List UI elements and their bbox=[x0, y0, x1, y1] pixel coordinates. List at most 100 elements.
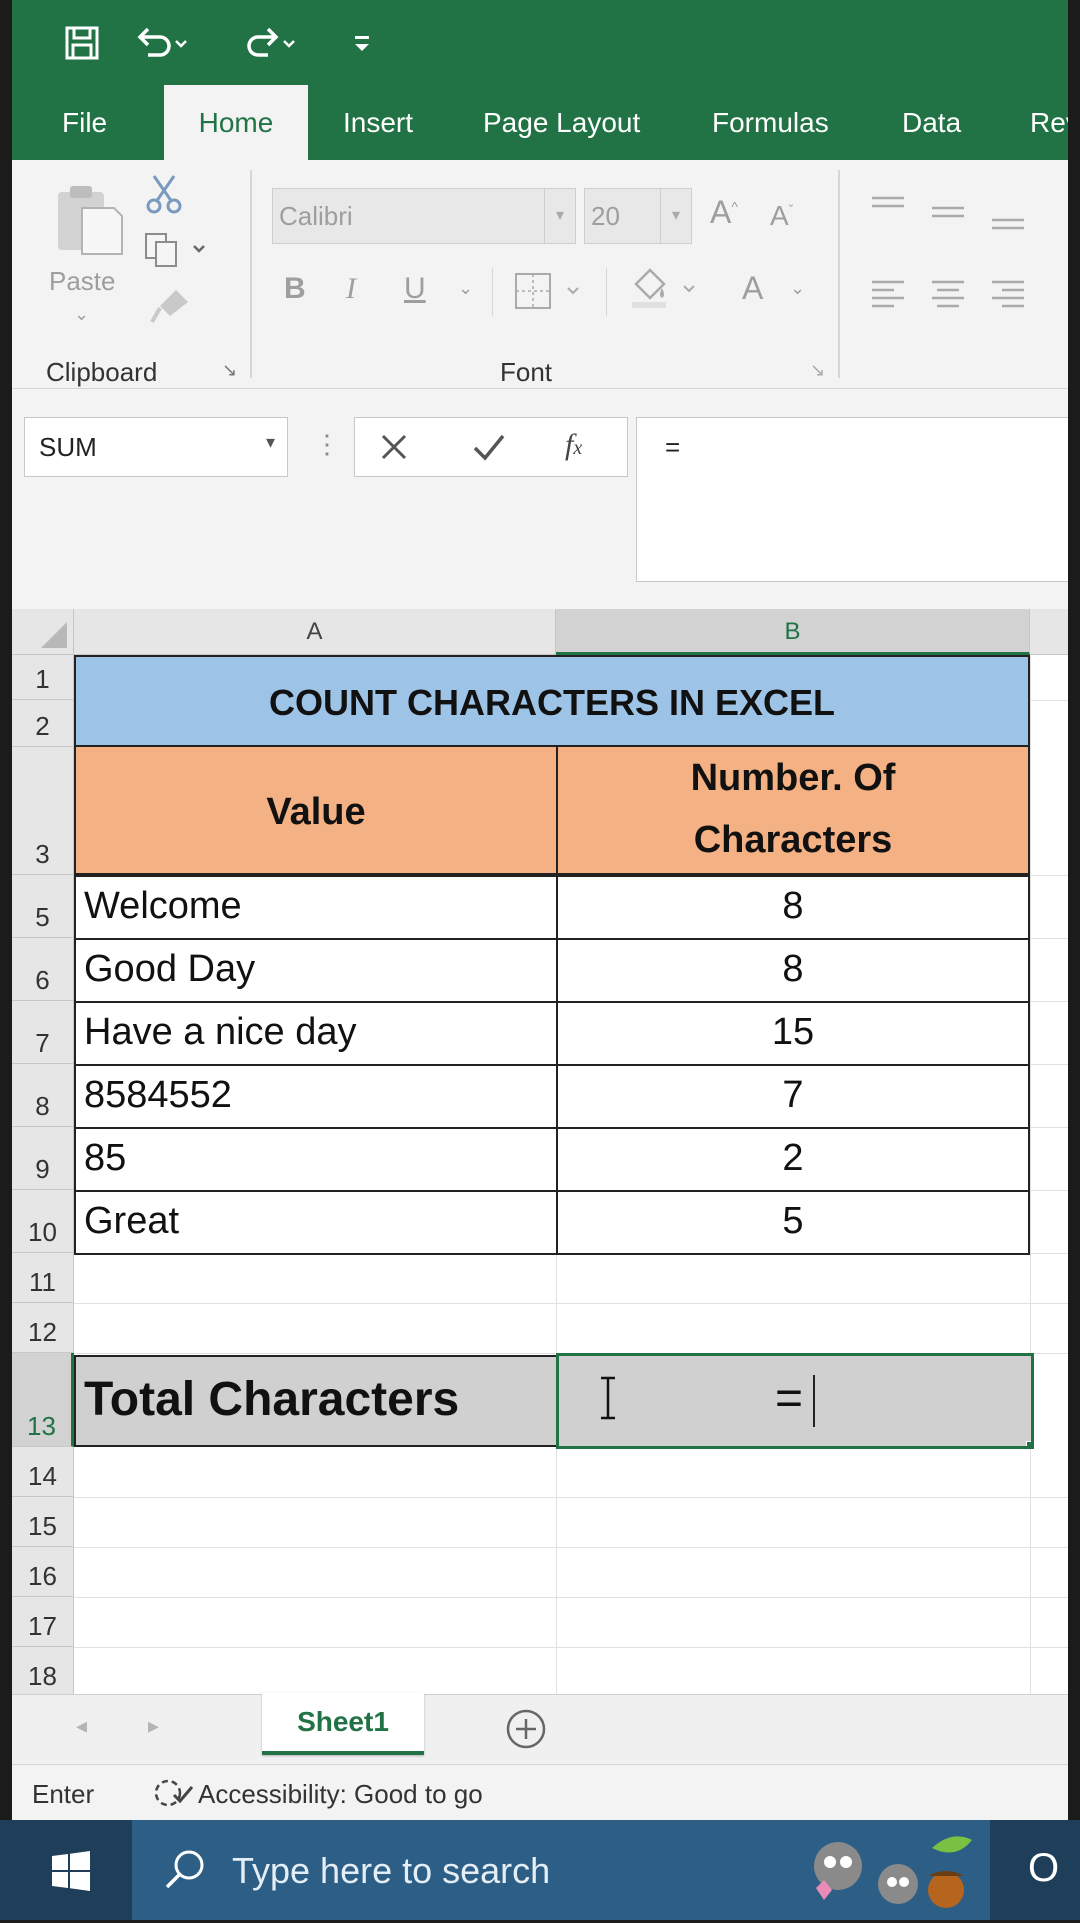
count-cell[interactable]: 5 bbox=[556, 1190, 1030, 1255]
count-cell[interactable]: 2 bbox=[556, 1127, 1030, 1192]
formula-text: = bbox=[665, 432, 681, 462]
tab-file[interactable]: File bbox=[62, 85, 107, 160]
select-all-corner[interactable] bbox=[12, 609, 74, 655]
row-header[interactable]: 8 bbox=[12, 1064, 74, 1127]
cancel-icon[interactable] bbox=[377, 430, 411, 469]
copy-icon[interactable] bbox=[142, 230, 212, 275]
row-header[interactable]: 11 bbox=[12, 1253, 74, 1303]
decrease-font-icon[interactable]: Aˇ bbox=[770, 200, 793, 232]
font-launcher-icon[interactable]: ↘ bbox=[810, 360, 825, 381]
cortana-icon[interactable]: O bbox=[1028, 1846, 1059, 1891]
align-left-icon[interactable] bbox=[870, 278, 906, 315]
row-header[interactable]: 2 bbox=[12, 700, 74, 747]
active-cell-b13[interactable]: = bbox=[556, 1353, 1034, 1449]
column-header-c[interactable] bbox=[1030, 609, 1068, 655]
count-cell[interactable]: 8 bbox=[556, 875, 1030, 940]
gridline bbox=[1030, 1127, 1068, 1128]
taskbar-search-box[interactable]: Type here to search bbox=[132, 1820, 990, 1920]
underline-dropdown-icon[interactable]: ⌄ bbox=[458, 278, 473, 299]
header-value-cell[interactable]: Value bbox=[74, 745, 558, 875]
enter-icon[interactable] bbox=[471, 430, 507, 469]
row-header[interactable]: 7 bbox=[12, 1001, 74, 1064]
title-cell[interactable]: COUNT CHARACTERS IN EXCEL bbox=[74, 655, 1030, 747]
paste-icon[interactable] bbox=[52, 182, 128, 263]
row-header[interactable]: 12 bbox=[12, 1303, 74, 1353]
row-header[interactable]: 14 bbox=[12, 1447, 74, 1497]
row-header[interactable]: 6 bbox=[12, 938, 74, 1001]
insert-function-icon[interactable]: fx bbox=[565, 428, 582, 462]
worksheet-grid[interactable]: A B 1 2 3 5 6 7 8 9 10 11 12 13 14 15 16… bbox=[12, 609, 1068, 1694]
row-number: 14 bbox=[28, 1461, 57, 1491]
tab-home[interactable]: Home bbox=[164, 85, 308, 160]
align-middle-icon[interactable] bbox=[930, 200, 966, 235]
row-header[interactable]: 13 bbox=[12, 1353, 74, 1447]
borders-icon[interactable] bbox=[512, 270, 586, 319]
total-label-cell[interactable]: Total Characters bbox=[74, 1355, 558, 1447]
undo-icon[interactable] bbox=[134, 18, 194, 68]
row-header[interactable]: 15 bbox=[12, 1497, 74, 1547]
formula-input[interactable]: = bbox=[636, 417, 1068, 582]
tab-formulas[interactable]: Formulas bbox=[712, 85, 829, 160]
name-box-chevron-icon[interactable]: ▾ bbox=[266, 432, 275, 453]
value-cell[interactable]: Welcome bbox=[74, 875, 558, 940]
font-color-dropdown-icon[interactable]: ⌄ bbox=[790, 278, 805, 299]
text-caret bbox=[813, 1375, 816, 1428]
new-sheet-icon[interactable] bbox=[504, 1707, 548, 1756]
cut-icon[interactable] bbox=[144, 172, 184, 221]
column-header-b[interactable]: B bbox=[556, 609, 1030, 655]
row-header[interactable]: 17 bbox=[12, 1597, 74, 1647]
align-top-icon[interactable] bbox=[870, 194, 906, 229]
header-count-cell[interactable]: Number. Of Characters bbox=[556, 745, 1030, 875]
row-header[interactable]: 5 bbox=[12, 875, 74, 938]
accessibility-icon[interactable] bbox=[152, 1775, 196, 1818]
underline-icon[interactable]: U bbox=[404, 272, 426, 306]
scroll-right-icon[interactable]: ▸ bbox=[148, 1713, 159, 1739]
gridline bbox=[74, 1547, 1068, 1548]
name-box[interactable]: SUM ▾ bbox=[24, 417, 288, 477]
align-right-icon[interactable] bbox=[990, 278, 1026, 315]
scroll-left-icon[interactable]: ◂ bbox=[76, 1713, 87, 1739]
redo-icon[interactable] bbox=[240, 18, 300, 68]
value-cell[interactable]: 85 bbox=[74, 1127, 558, 1192]
row-number: 1 bbox=[35, 664, 50, 694]
tab-review[interactable]: Rev bbox=[1030, 85, 1068, 160]
align-bottom-icon[interactable] bbox=[990, 208, 1026, 243]
increase-font-icon[interactable]: A^ bbox=[710, 194, 738, 231]
count-cell[interactable]: 15 bbox=[556, 1001, 1030, 1066]
row-header[interactable]: 3 bbox=[12, 747, 74, 875]
formula-bar-grip-icon[interactable]: ⋮ bbox=[314, 429, 340, 460]
font-color-icon[interactable]: A bbox=[742, 270, 763, 307]
fill-handle[interactable] bbox=[1026, 1441, 1031, 1446]
value-cell[interactable]: 8584552 bbox=[74, 1064, 558, 1129]
sheet-tab-sheet1[interactable]: Sheet1 bbox=[262, 1693, 424, 1755]
tab-insert[interactable]: Insert bbox=[343, 85, 413, 160]
font-size-dropdown[interactable]: 20 ▾ bbox=[584, 188, 692, 244]
row-header[interactable]: 1 bbox=[12, 655, 74, 700]
row-header[interactable]: 16 bbox=[12, 1547, 74, 1597]
paste-dropdown-icon[interactable]: ⌄ bbox=[74, 304, 89, 325]
row-header[interactable]: 9 bbox=[12, 1127, 74, 1190]
value-cell[interactable]: Have a nice day bbox=[74, 1001, 558, 1066]
value-cell[interactable]: Good Day bbox=[74, 938, 558, 1003]
format-painter-icon[interactable] bbox=[148, 286, 192, 331]
column-header-a[interactable]: A bbox=[74, 609, 556, 655]
tab-data[interactable]: Data bbox=[902, 85, 961, 160]
windows-start-icon[interactable] bbox=[50, 1850, 92, 1897]
count-cell[interactable]: 7 bbox=[556, 1064, 1030, 1129]
accessibility-status[interactable]: Accessibility: Good to go bbox=[198, 1779, 483, 1810]
paste-label[interactable]: Paste bbox=[49, 266, 116, 297]
value-cell[interactable]: Great bbox=[74, 1190, 558, 1255]
row-header[interactable]: 18 bbox=[12, 1647, 74, 1694]
clipboard-launcher-icon[interactable]: ↘ bbox=[222, 360, 237, 381]
bold-icon[interactable]: B bbox=[284, 272, 306, 306]
count-cell[interactable]: 8 bbox=[556, 938, 1030, 1003]
save-icon[interactable] bbox=[62, 18, 102, 68]
row-header[interactable]: 10 bbox=[12, 1190, 74, 1253]
italic-icon[interactable]: I bbox=[346, 272, 356, 306]
customize-quick-access-icon[interactable] bbox=[342, 18, 382, 68]
tab-page-layout[interactable]: Page Layout bbox=[483, 85, 640, 160]
font-name-dropdown[interactable]: Calibri ▾ bbox=[272, 188, 576, 244]
fill-color-icon[interactable] bbox=[626, 264, 706, 319]
align-center-icon[interactable] bbox=[930, 278, 966, 315]
row-number: 11 bbox=[29, 1267, 56, 1297]
